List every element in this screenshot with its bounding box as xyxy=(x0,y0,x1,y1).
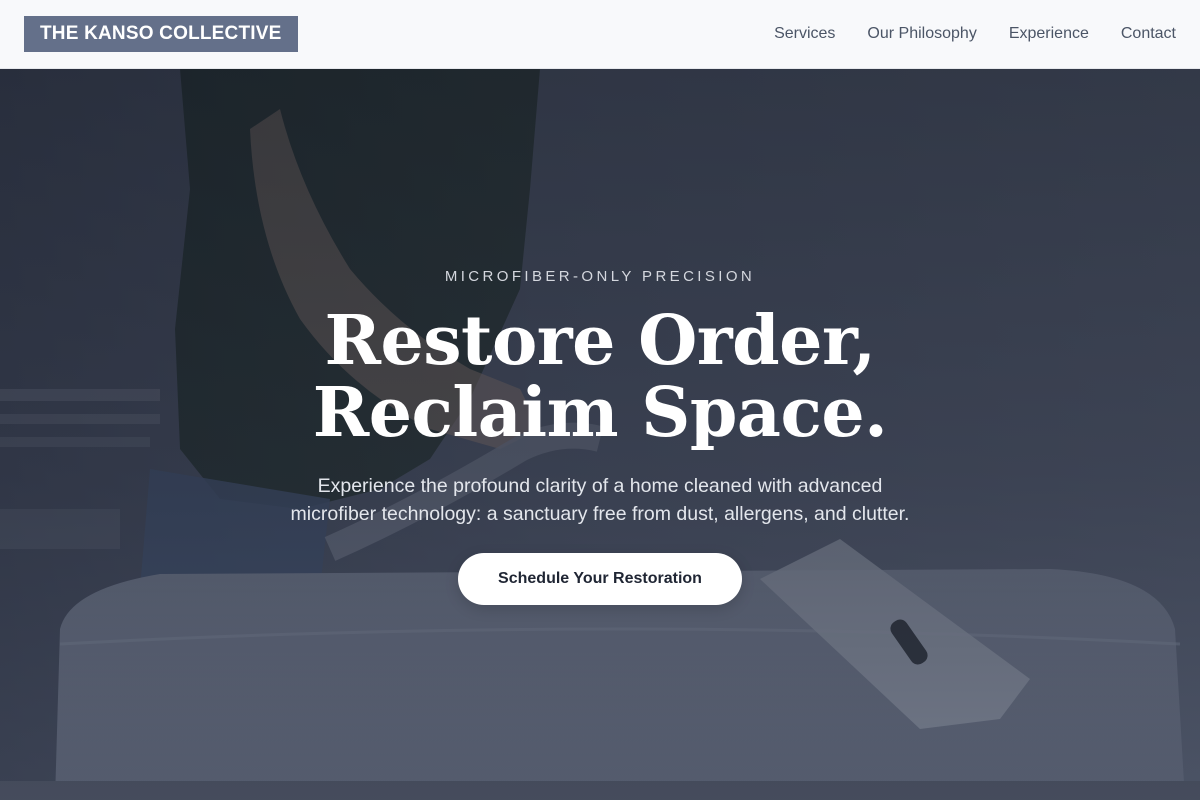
hero-subcopy-line-2: microfiber technology: a sanctuary free … xyxy=(290,503,910,525)
hero-headline-line-2: Reclaim Space. xyxy=(312,373,888,453)
nav-link-contact[interactable]: Contact xyxy=(1121,25,1176,43)
hero-subcopy: Experience the profound clarity of a hom… xyxy=(250,472,950,528)
nav-link-our-philosophy[interactable]: Our Philosophy xyxy=(867,25,976,43)
nav-link-experience[interactable]: Experience xyxy=(1009,25,1089,43)
hero-section: MICROFIBER-ONLY PRECISION Restore Order,… xyxy=(0,69,1200,800)
main-nav: Services Our Philosophy Experience Conta… xyxy=(774,25,1176,43)
hero-content: MICROFIBER-ONLY PRECISION Restore Order,… xyxy=(0,69,1200,800)
brand-logo[interactable]: THE KANSO COLLECTIVE xyxy=(24,16,298,52)
brand-logo-text: THE KANSO COLLECTIVE xyxy=(40,23,282,44)
hero-headline: Restore Order, Reclaim Space. xyxy=(0,305,1200,449)
hero-subcopy-line-1: Experience the profound clarity of a hom… xyxy=(317,475,883,497)
hero-eyebrow: MICROFIBER-ONLY PRECISION xyxy=(444,268,756,285)
schedule-restoration-button[interactable]: Schedule Your Restoration xyxy=(458,553,742,605)
site-header: THE KANSO COLLECTIVE Services Our Philos… xyxy=(0,0,1200,69)
nav-link-services[interactable]: Services xyxy=(774,25,835,43)
hero-headline-line-1: Restore Order, xyxy=(324,301,876,381)
